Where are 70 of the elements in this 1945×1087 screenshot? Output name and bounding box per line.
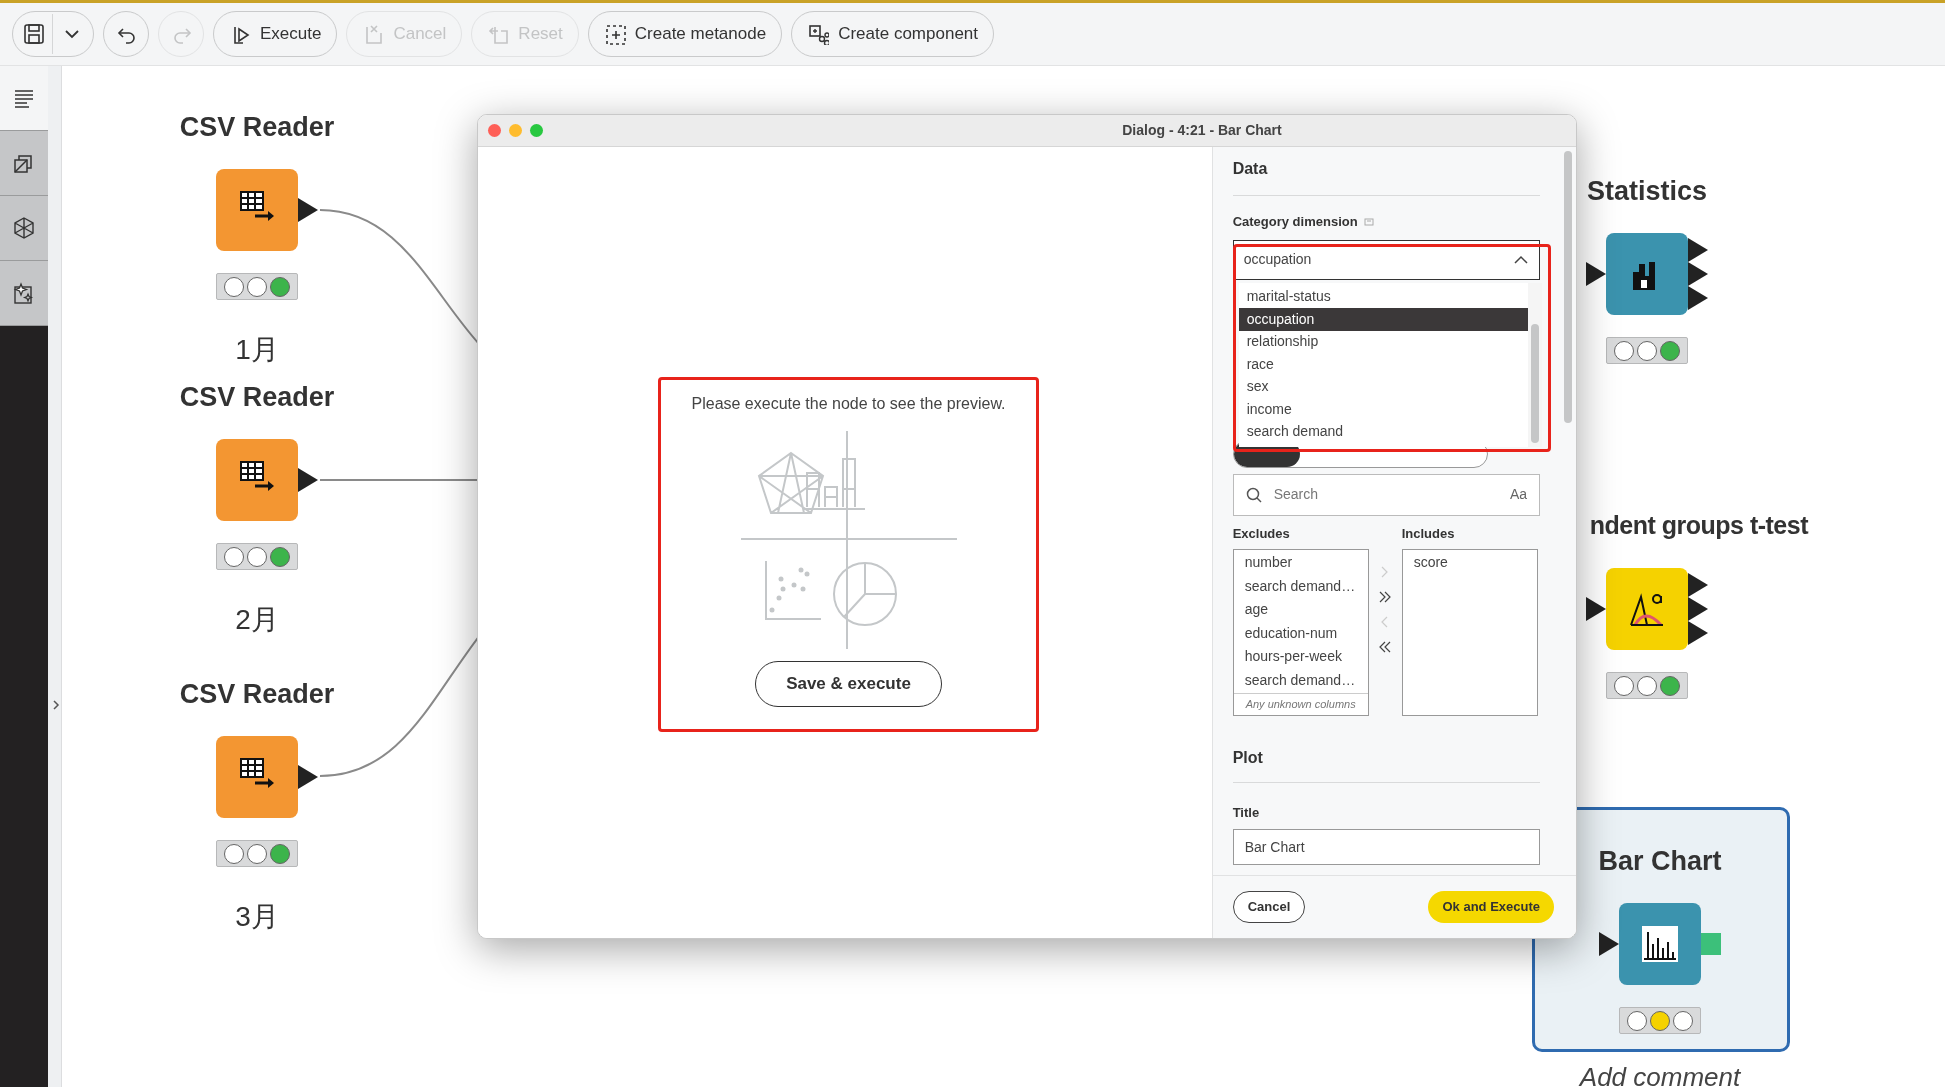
node[interactable]	[216, 169, 298, 251]
column-list[interactable]: number search demand… age education-num hours-per-week search demand… Any unknown columns	[1232, 549, 1369, 716]
list-item[interactable]: education-num	[1233, 622, 1368, 646]
node[interactable]	[1619, 903, 1701, 985]
list-item[interactable]: search demand…	[1233, 575, 1368, 599]
dropdown-option[interactable]: marital-status	[1238, 285, 1528, 308]
title-field[interactable]: Bar Chart	[1232, 828, 1540, 865]
field-label: Title	[1232, 804, 1261, 822]
dropdown-field[interactable]: occupation	[1232, 239, 1540, 280]
dropdown-option[interactable]: income	[1238, 398, 1528, 421]
node[interactable]	[1606, 233, 1688, 315]
section-heading: Plot	[1232, 748, 1264, 768]
dropdown-option[interactable]: sex	[1238, 375, 1528, 398]
field-label: Category dimension	[1232, 213, 1358, 231]
execute-button[interactable]: Execute	[213, 11, 338, 57]
scrollbar-thumb[interactable]	[1530, 323, 1539, 443]
dropdown-option[interactable]: race	[1238, 353, 1528, 376]
list-label: Includes	[1401, 524, 1456, 543]
node[interactable]	[216, 439, 298, 521]
window-title: Dialog - 4:21 - Bar Chart	[1121, 121, 1283, 140]
list-item[interactable]: hours-per-week	[1233, 646, 1368, 670]
node-label: 2月	[235, 603, 279, 637]
section-heading: Data	[1232, 159, 1269, 179]
bar-chart-icon	[1640, 924, 1680, 964]
undo-button[interactable]	[103, 11, 149, 57]
node-label: 1月	[235, 333, 279, 367]
close-button[interactable]	[488, 124, 501, 137]
expand-icon[interactable]	[52, 699, 60, 711]
node[interactable]	[216, 736, 298, 818]
component-icon	[807, 23, 830, 45]
node-title: CSV Reader	[179, 110, 335, 144]
cube-icon	[12, 216, 36, 240]
sidebar-tab[interactable]	[0, 66, 48, 131]
cancel-button[interactable]: Cancel	[1232, 891, 1306, 923]
node-title: CSV Reader	[179, 677, 335, 711]
caret-up-icon	[1513, 253, 1529, 266]
node-label: 3月	[235, 900, 279, 934]
search-icon	[1245, 486, 1262, 503]
sidebar-tab[interactable]	[0, 261, 48, 326]
node-title: CSV Reader	[179, 380, 335, 414]
sparkle-icon	[12, 281, 36, 305]
save-execute-button[interactable]: Save & execute	[755, 661, 942, 707]
dropdown-option[interactable]: relationship	[1238, 330, 1528, 353]
sidebar-tab[interactable]	[0, 131, 48, 196]
column-list[interactable]: score	[1401, 549, 1538, 716]
scrollbar-thumb[interactable]	[1564, 151, 1572, 423]
double-chevron-left-icon	[1378, 639, 1393, 654]
list-footer: Any unknown columns	[1233, 693, 1368, 715]
list-item[interactable]: number	[1233, 552, 1368, 576]
node-title: Statistics	[1586, 174, 1708, 208]
sidebar-tab[interactable]	[0, 196, 48, 261]
double-chevron-right-icon	[1378, 589, 1393, 604]
search-field[interactable]: Search Aa	[1232, 473, 1540, 516]
list-item[interactable]: age	[1233, 599, 1368, 623]
list-item[interactable]: score	[1402, 552, 1537, 576]
case-toggle[interactable]: Aa	[1509, 484, 1527, 505]
component-button[interactable]: Create component	[791, 11, 995, 57]
node[interactable]	[1606, 568, 1688, 650]
node-title: ndent groups t-test	[1589, 510, 1808, 542]
list-label: Excludes	[1232, 524, 1291, 543]
node-title: Bar Chart	[1598, 844, 1722, 878]
dropdown-option[interactable]: occupation	[1238, 308, 1528, 331]
save-icon	[21, 22, 46, 46]
node-label: Add comment	[1579, 1064, 1741, 1087]
dashed-plus-icon	[603, 23, 626, 45]
ok-execute-button[interactable]: Ok and Execute	[1428, 891, 1554, 923]
metanode-button[interactable]: Create metanode	[587, 11, 783, 57]
preview-message: Please execute the node to see the preview.	[691, 394, 1006, 414]
dropdown-option[interactable]: search demand	[1238, 420, 1528, 443]
list-item[interactable]: search demand…	[1233, 669, 1368, 693]
